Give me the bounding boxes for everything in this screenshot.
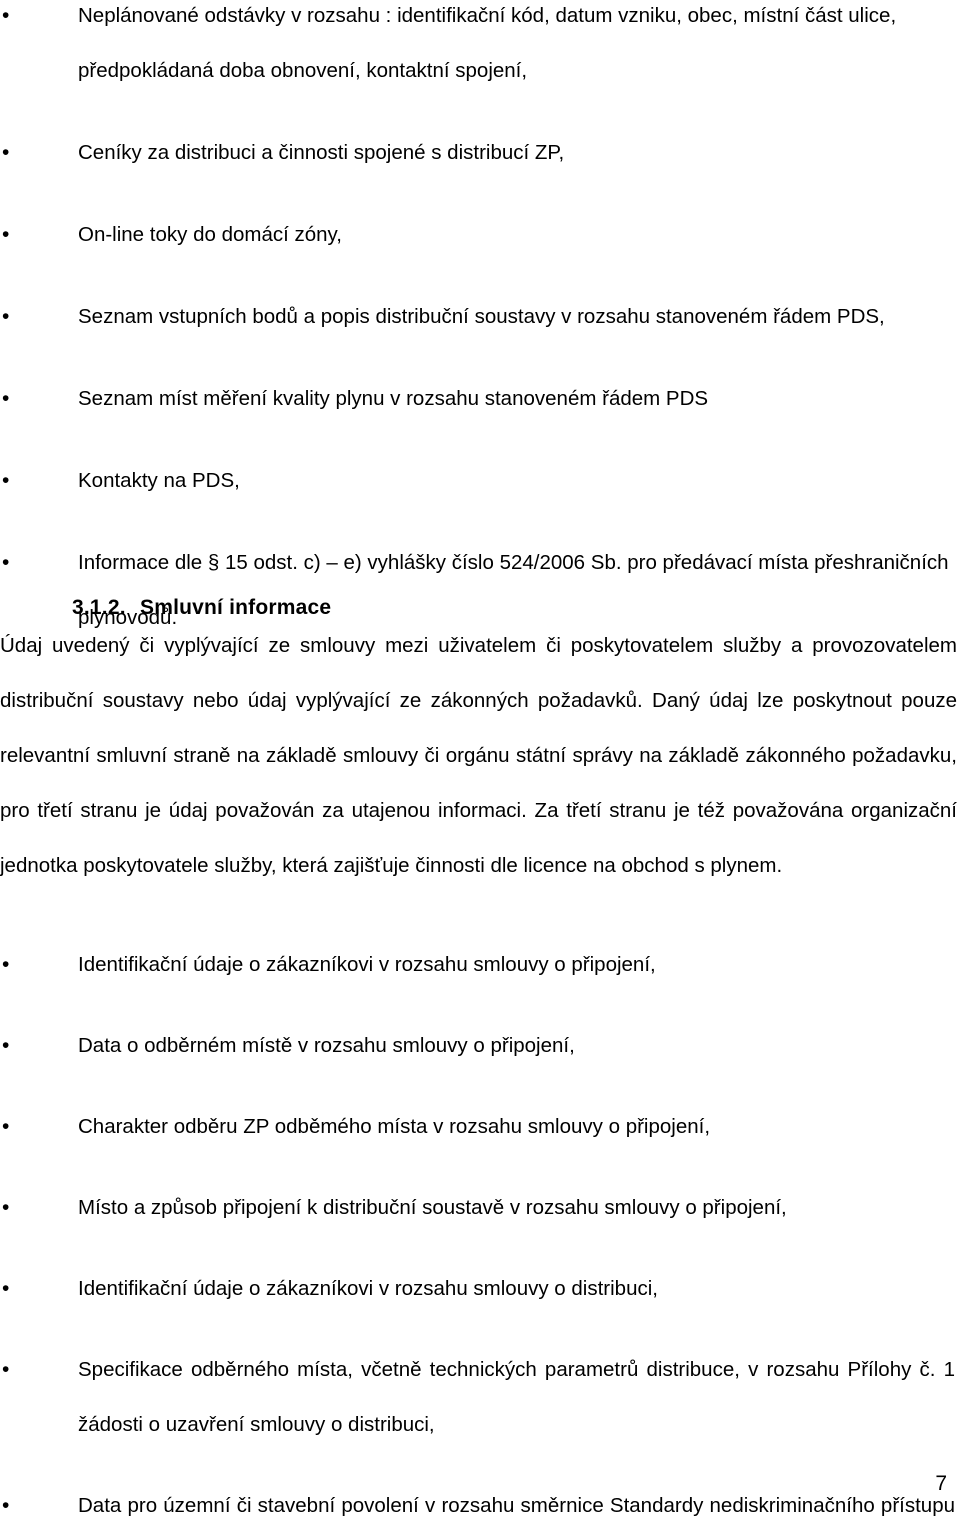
list-item: Specifikace odběrného místa, včetně tech… bbox=[0, 1342, 960, 1452]
document-page: Neplánované odstávky v rozsahu : identif… bbox=[0, 0, 960, 1517]
public-information-list: Neplánované odstávky v rozsahu : identif… bbox=[0, 0, 960, 672]
list-item: Identifikační údaje o zákazníkovi v rozs… bbox=[0, 1261, 960, 1316]
list-item: Neplánované odstávky v rozsahu : identif… bbox=[0, 0, 960, 98]
list-item: Seznam míst měření kvality plynu v rozsa… bbox=[0, 371, 960, 426]
list-item: Charakter odběru ZP odběmého místa v roz… bbox=[0, 1099, 960, 1154]
list-item: Kontakty na PDS, bbox=[0, 453, 960, 508]
list-item: Místo a způsob připojení k distribuční s… bbox=[0, 1180, 960, 1235]
contract-information-list: Identifikační údaje o zákazníkovi v rozs… bbox=[0, 937, 960, 1517]
list-item: Identifikační údaje o zákazníkovi v rozs… bbox=[0, 937, 960, 992]
list-item: Ceníky za distribuci a činnosti spojené … bbox=[0, 125, 960, 180]
list-item: Data o odběrném místě v rozsahu smlouvy … bbox=[0, 1018, 960, 1073]
section-body-paragraph: Údaj uvedený či vyplývající ze smlouvy m… bbox=[0, 634, 957, 877]
list-item: On-line toky do domácí zóny, bbox=[0, 207, 960, 262]
list-item: Seznam vstupních bodů a popis distribučn… bbox=[0, 289, 960, 344]
section-heading-title: Smluvní informace bbox=[140, 596, 332, 619]
page-number: 7 bbox=[935, 1472, 947, 1495]
